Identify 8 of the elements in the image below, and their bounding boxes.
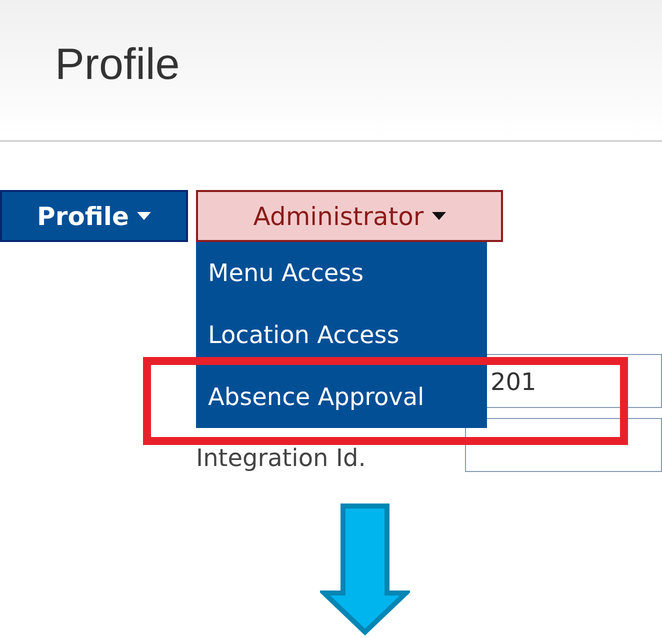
field-label: Integration Id. [196, 444, 366, 472]
caret-icon [136, 212, 151, 220]
nav-menu-button[interactable]: Profile [0, 190, 188, 242]
nav-menu-button[interactable]: Administrator [196, 190, 503, 242]
page-title: Profile [55, 40, 180, 90]
caret-icon [432, 212, 446, 220]
input-field[interactable] [465, 418, 662, 472]
menu-item[interactable]: Menu Access [196, 242, 487, 304]
